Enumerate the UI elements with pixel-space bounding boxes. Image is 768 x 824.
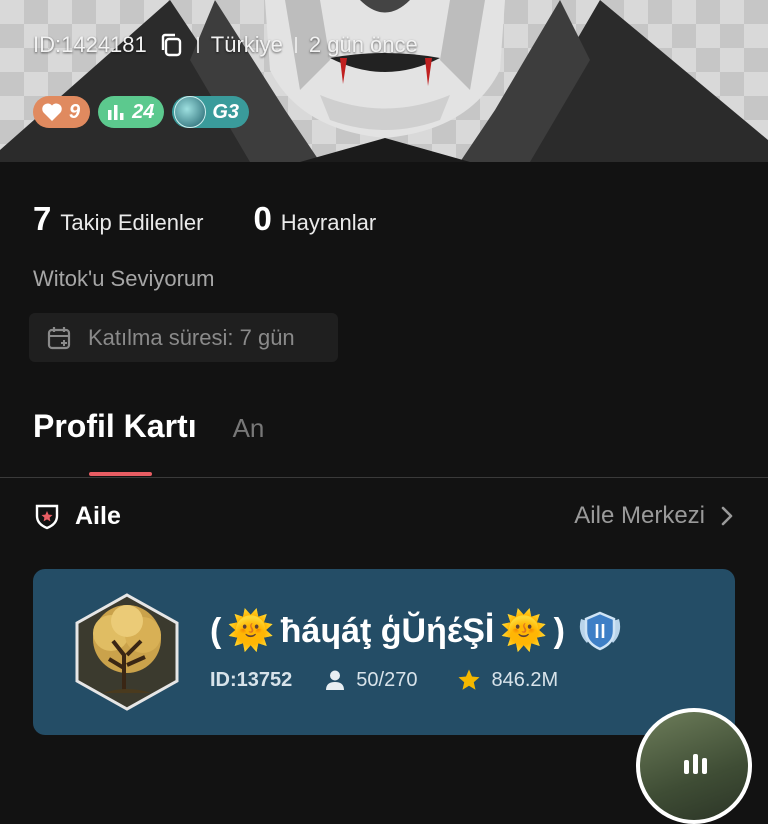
- following-label: Takip Edilenler: [60, 210, 204, 235]
- following-stat[interactable]: 7 Takip Edilenler: [33, 200, 203, 238]
- profile-tabs: Profil Kartı An: [33, 408, 264, 445]
- user-id: ID:1424181: [33, 32, 147, 57]
- join-duration-text: Katılma süresi: 7 gün: [88, 324, 295, 350]
- family-name-open: (: [210, 611, 222, 650]
- profile-meta-row: ID:1424181 Türkiye 2 gün önce: [33, 30, 418, 60]
- likes-badge[interactable]: 9: [33, 96, 91, 128]
- followers-count: 0: [253, 200, 272, 237]
- sun-icon: 🌞: [227, 610, 275, 652]
- chevron-right-icon: [721, 506, 733, 526]
- followers-label: Hayranlar: [280, 210, 377, 235]
- rank-emblem-icon: [579, 611, 621, 651]
- family-section-header: Aile Aile Merkezi: [33, 498, 735, 534]
- guard-badge[interactable]: G3: [172, 96, 250, 128]
- level-badge[interactable]: 24: [98, 96, 165, 128]
- guard-emblem-icon: [174, 96, 207, 128]
- family-avatar: [75, 593, 179, 711]
- family-name: ( 🌞 ħáɥáţ ģŬήέŞİ 🌞 ): [210, 609, 625, 653]
- live-bars-icon: [684, 754, 707, 774]
- family-points-value: 846.2M: [491, 668, 559, 691]
- profile-banner: ID:1424181 Türkiye 2 gün önce 9 24 G3: [0, 0, 768, 162]
- follow-stats: 7 Takip Edilenler 0 Hayranlar: [33, 200, 376, 238]
- followers-stat[interactable]: 0 Hayranlar: [253, 200, 376, 238]
- meta-separator: [196, 37, 199, 53]
- star-icon: [458, 669, 480, 690]
- bar-chart-icon: [108, 105, 124, 120]
- family-title: Aile: [33, 502, 121, 531]
- family-name-close: ): [553, 611, 565, 650]
- family-id: ID:13752: [210, 668, 293, 691]
- family-title-text: Aile: [75, 501, 121, 530]
- active-tab-indicator: [89, 472, 152, 476]
- following-count: 7: [33, 200, 52, 237]
- profile-bio: Witok'u Seviyorum: [33, 266, 215, 291]
- family-members: 50/270: [324, 669, 417, 692]
- calendar-icon: [47, 326, 71, 349]
- join-duration-chip: Katılma süresi: 7 gün: [29, 313, 338, 362]
- meta-separator: [294, 37, 297, 53]
- tab-moments[interactable]: An: [233, 413, 265, 444]
- tab-profile-card[interactable]: Profil Kartı: [33, 408, 197, 445]
- heart-icon: [42, 103, 62, 121]
- level-value: 24: [132, 100, 155, 123]
- family-card[interactable]: ( 🌞 ħáɥáţ ģŬήέŞİ 🌞 ) ID:13752 50/270 846…: [33, 569, 735, 735]
- shield-icon: [35, 504, 59, 530]
- family-stats: ID:13752 50/270 846.2M: [210, 668, 598, 692]
- floating-live-button[interactable]: [636, 708, 752, 824]
- likes-count: 9: [69, 100, 81, 123]
- sun-icon: 🌞: [500, 610, 548, 652]
- person-icon: [326, 670, 345, 690]
- last-seen: 2 gün önce: [308, 32, 418, 57]
- user-country: Türkiye: [210, 32, 283, 57]
- family-name-text: ħáɥáţ ģŬήέŞİ: [280, 611, 495, 650]
- profile-badges: 9 24 G3: [33, 96, 250, 128]
- family-center-text: Aile Merkezi: [574, 502, 705, 529]
- family-points: 846.2M: [457, 668, 558, 692]
- profile-cover-art: [0, 0, 768, 162]
- guard-value: G3: [212, 100, 240, 123]
- family-members-count: 50/270: [356, 668, 418, 691]
- tabs-divider: [0, 477, 768, 478]
- family-center-link[interactable]: Aile Merkezi: [574, 502, 735, 530]
- copy-icon[interactable]: [159, 32, 185, 58]
